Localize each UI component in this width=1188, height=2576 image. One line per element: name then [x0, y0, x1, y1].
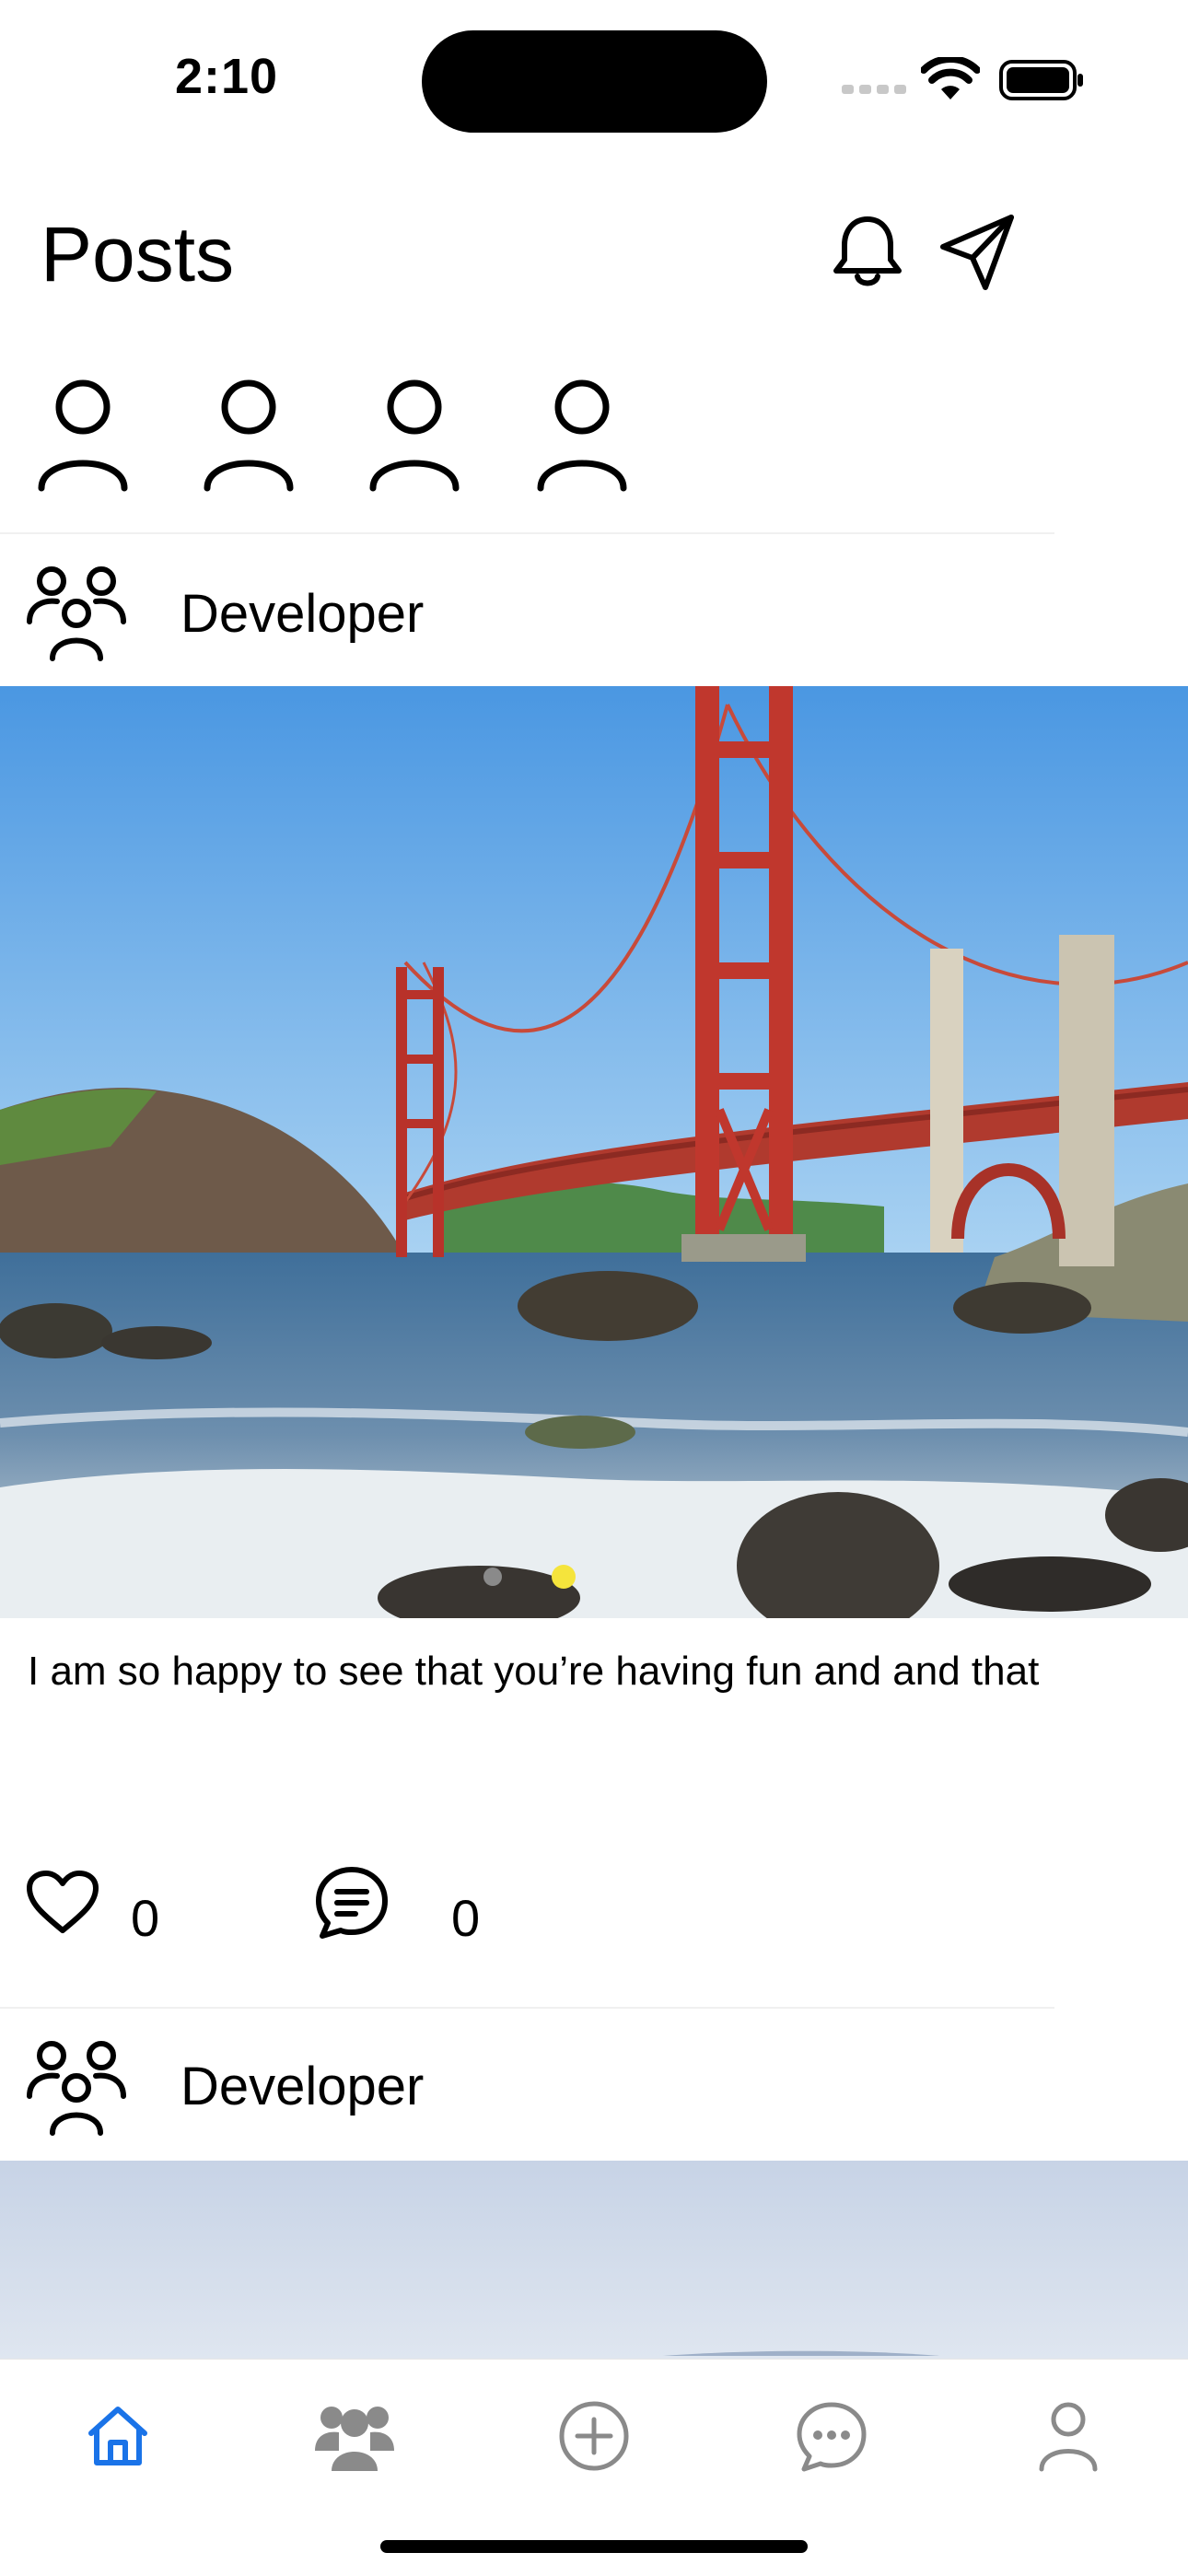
story-avatar[interactable]	[368, 378, 460, 493]
post-author[interactable]: Developer	[181, 583, 424, 645]
tab-profile[interactable]	[1018, 2387, 1119, 2489]
wifi-icon	[920, 55, 981, 106]
comment-icon[interactable]	[315, 1866, 389, 1944]
tab-groups[interactable]	[304, 2387, 405, 2489]
comment-count: 0	[451, 1889, 481, 1947]
groups-icon	[313, 2399, 396, 2477]
post-header[interactable]: Developer	[0, 2010, 1188, 2161]
group-avatar-icon	[26, 563, 127, 669]
like-heart-icon[interactable]	[26, 1870, 99, 1941]
post-header[interactable]: Developer	[0, 535, 1188, 686]
divider	[0, 2007, 1054, 2009]
tab-home[interactable]	[67, 2387, 169, 2489]
like-count: 0	[131, 1889, 160, 1947]
page-title: Posts	[41, 211, 235, 297]
battery-icon	[999, 59, 1084, 106]
post-caption: I am so happy to see that you’re having …	[28, 1649, 1040, 1694]
send-icon[interactable]	[939, 214, 1017, 296]
story-avatar[interactable]	[37, 378, 129, 493]
plus-circle-icon	[557, 2399, 631, 2477]
group-avatar-icon	[26, 2037, 127, 2143]
tab-messages[interactable]	[781, 2387, 882, 2489]
post-author[interactable]: Developer	[181, 2056, 424, 2117]
carousel-dot-active[interactable]	[552, 1565, 576, 1589]
bell-icon[interactable]	[831, 214, 904, 297]
cellular-signal-icon	[842, 81, 906, 100]
home-icon	[86, 2404, 150, 2473]
divider	[0, 532, 1054, 534]
story-avatar[interactable]	[203, 378, 295, 493]
post-photo[interactable]	[0, 2161, 1188, 2359]
status-time: 2:10	[175, 49, 279, 104]
home-indicator	[380, 2540, 808, 2553]
tab-create[interactable]	[543, 2387, 645, 2489]
person-icon	[1036, 2399, 1101, 2477]
carousel-dot[interactable]	[483, 1568, 502, 1586]
chat-bubble-icon	[795, 2399, 868, 2477]
dynamic-island	[422, 30, 767, 133]
story-avatar[interactable]	[536, 378, 628, 493]
post-photo[interactable]	[0, 686, 1188, 1618]
